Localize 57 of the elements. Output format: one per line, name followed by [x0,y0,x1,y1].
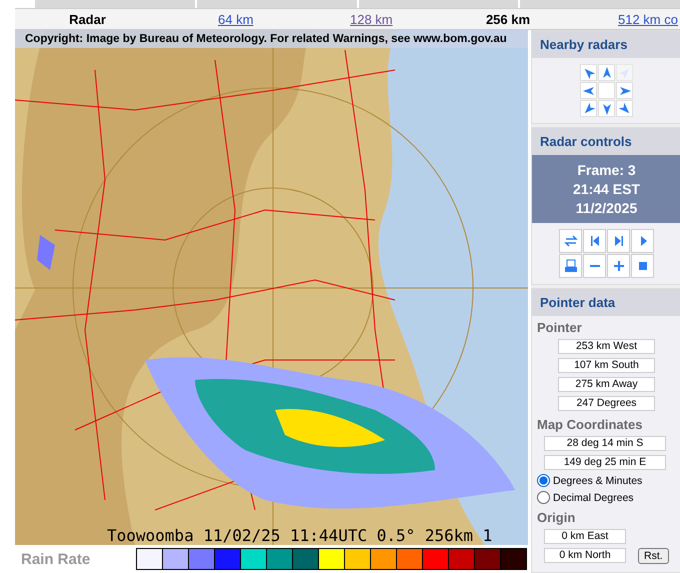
arrow-button[interactable] [580,100,597,117]
radio-icon[interactable] [537,491,550,504]
arrow-button[interactable] [616,82,633,99]
frame-date: 11/2/2025 [574,200,638,216]
reading-field: 253 km West [558,339,655,354]
panel-header: Pointer data [532,289,680,316]
coordinate-field: 149 deg 25 min E [544,455,666,470]
arrow-button[interactable] [598,100,615,117]
reading-field: 247 Degrees [558,396,655,411]
radar-label: Radar [69,12,106,26]
arrow-button[interactable] [598,64,615,81]
control-button[interactable] [631,254,654,278]
coordinate-field: 28 deg 14 min S [544,436,666,451]
range-link[interactable]: 64 km [218,12,254,26]
radar-caption: Toowoomba 11/02/25 11:44UTC 0.5° 256km 1 [107,527,492,545]
origin-field: 0 km East [544,529,626,544]
section-heading: Origin [536,509,576,527]
panel-header: Nearby radars [532,31,680,58]
range-link[interactable]: 256 km [486,12,530,26]
control-button[interactable] [607,229,630,253]
format-radio[interactable]: Decimal Degrees [532,489,680,506]
range-link[interactable]: 128 km [350,12,393,26]
control-button[interactable] [559,254,582,278]
control-button[interactable] [631,229,654,253]
section-heading: Map Coordinates [536,416,644,434]
reading-field: 275 km Away [558,377,655,392]
radio-label: Degrees & Minutes [553,474,642,486]
arrow-icon [600,102,612,114]
control-button[interactable] [583,229,606,253]
section-heading: Pointer [536,319,583,337]
plus-icon [612,259,626,273]
arrow-button[interactable] [616,100,633,117]
swap-icon [564,234,578,248]
arrow-icon [618,102,630,114]
reset-button[interactable]: Rst. [638,548,669,564]
arrow-button[interactable] [580,82,597,99]
panel-header: Radar controls [532,128,680,155]
frame-number: Frame: 3 [576,162,637,178]
arrow-icon [582,102,594,114]
copyright-banner: Copyright: Image by Bureau of Meteorology. For related Warnings, see www.bom.gov.au [15,30,528,48]
origin-field: 0 km North [544,548,626,563]
range-link[interactable]: 512 km co [618,12,678,26]
control-button[interactable] [559,229,582,253]
control-button[interactable] [607,254,630,278]
frame-time: 21:44 EST [572,181,641,197]
control-button[interactable] [583,254,606,278]
arrow-icon [582,66,594,78]
arrow-button[interactable] [580,64,597,81]
print-icon [564,259,578,273]
radio-label: Decimal Degrees [553,492,634,504]
arrow-icon [618,84,630,96]
format-radio[interactable]: Degrees & Minutes [532,472,680,489]
radio-icon[interactable] [537,474,550,487]
arrow-icon [582,84,594,96]
reading-field: 107 km South [558,358,655,373]
legend-title: Rain Rate [20,550,92,568]
arrow-icon [600,66,612,78]
